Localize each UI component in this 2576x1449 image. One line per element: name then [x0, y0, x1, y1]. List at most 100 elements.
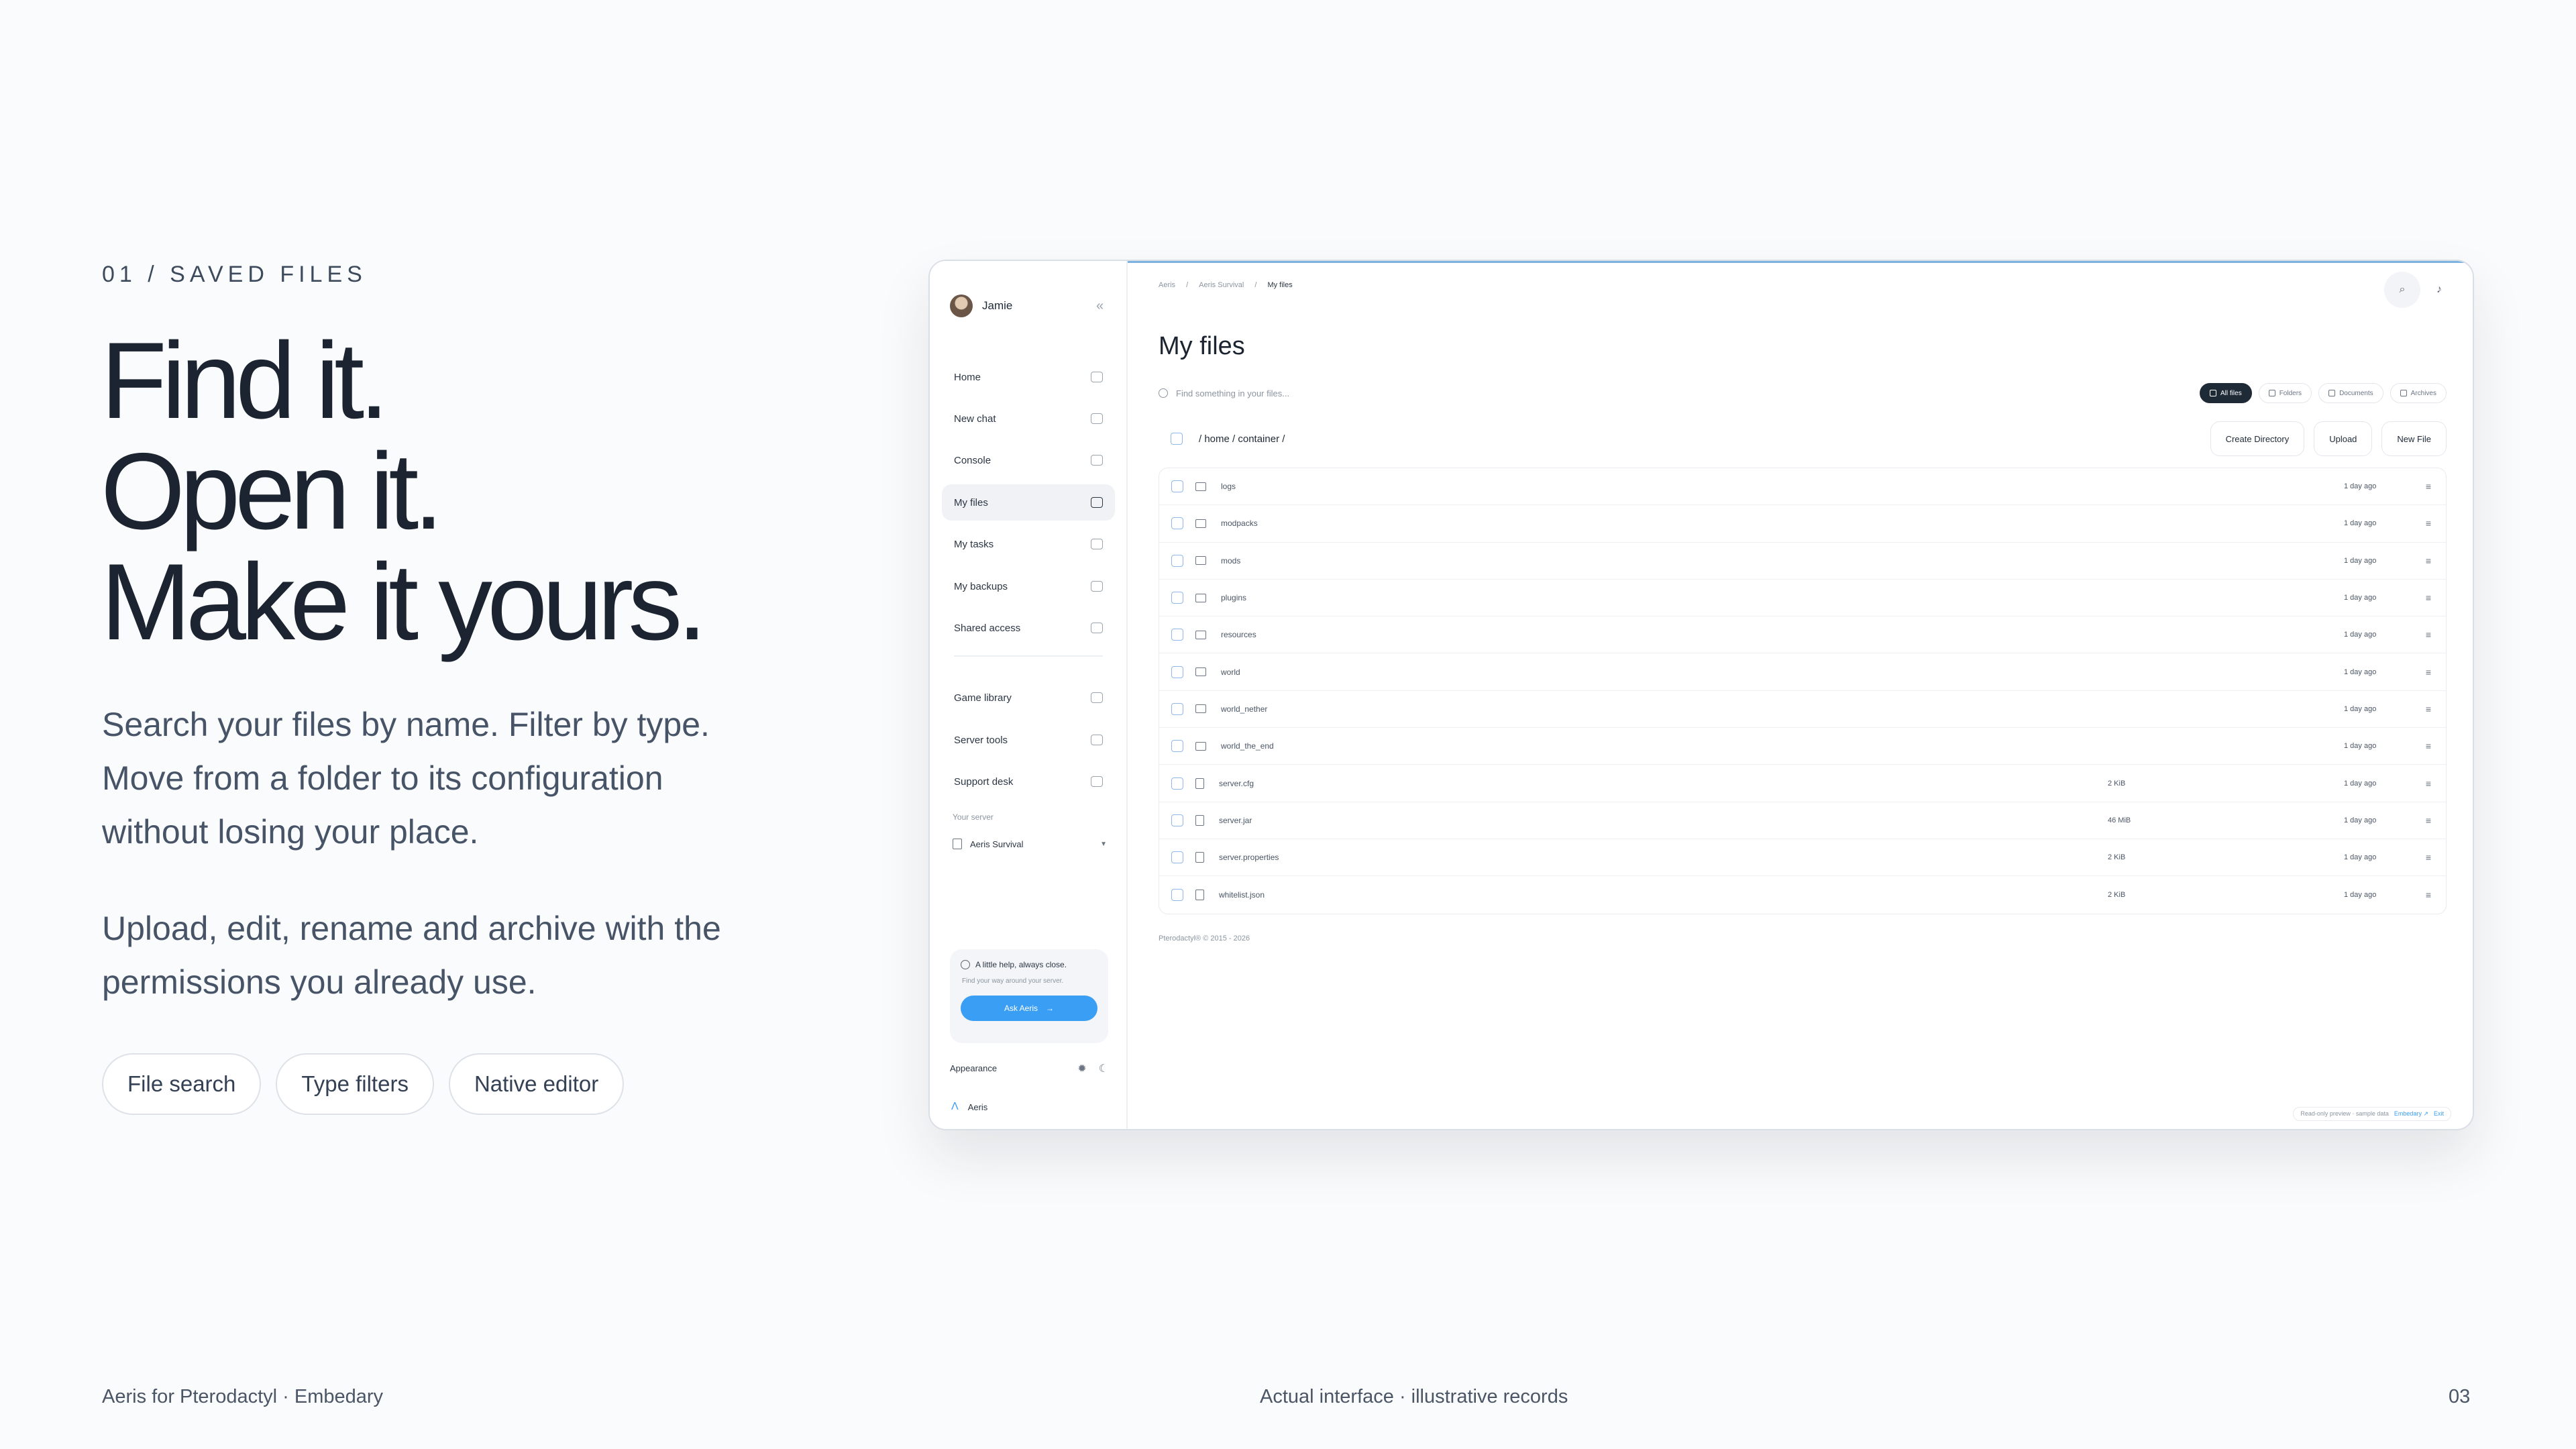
moon-icon[interactable]: ☾	[1099, 1062, 1108, 1075]
document-icon	[2328, 390, 2336, 396]
bell-icon[interactable]: ♪	[2436, 284, 2442, 296]
sidebar-item-server-tools[interactable]: Server tools	[942, 722, 1115, 758]
user-name: Jamie	[982, 299, 1013, 312]
headline-line-3: Make it yours.	[101, 541, 707, 663]
file-name[interactable]: world	[1221, 667, 1240, 677]
file-row[interactable]: world_the_end 1 day ago ≡	[1159, 728, 2446, 765]
row-checkbox[interactable]	[1171, 592, 1183, 604]
row-menu-icon[interactable]: ≡	[2426, 778, 2431, 789]
file-icon	[1195, 852, 1204, 863]
folder-icon	[1195, 741, 1206, 751]
folder-icon	[1195, 556, 1206, 566]
file-name[interactable]: world_the_end	[1221, 741, 1274, 751]
row-checkbox[interactable]	[1171, 702, 1183, 715]
row-checkbox[interactable]	[1171, 665, 1183, 678]
breadcrumb-separator: /	[1254, 281, 1257, 289]
file-name[interactable]: whitelist.json	[1219, 890, 1265, 900]
file-name[interactable]: server.jar	[1219, 816, 1252, 825]
sidebar-item-label: Support desk	[954, 775, 1014, 788]
sidebar-item-game-library[interactable]: Game library	[942, 680, 1115, 716]
file-row[interactable]: server.properties 2 KiB 1 day ago ≡	[1159, 839, 2446, 877]
file-modified: 1 day ago	[2344, 631, 2377, 639]
row-checkbox[interactable]	[1171, 517, 1183, 530]
server-icon	[953, 839, 962, 849]
server-name: Aeris Survival	[970, 839, 1024, 849]
file-row[interactable]: server.jar 46 MiB 1 day ago ≡	[1159, 802, 2446, 839]
row-menu-icon[interactable]: ≡	[2426, 852, 2431, 863]
filter-all-files[interactable]: All files	[2200, 383, 2252, 403]
file-row[interactable]: server.cfg 2 KiB 1 day ago ≡	[1159, 765, 2446, 802]
breadcrumb-item[interactable]: Aeris Survival	[1199, 281, 1244, 289]
file-name[interactable]: resources	[1221, 630, 1256, 639]
server-selector[interactable]: Aeris Survival ▼	[953, 834, 1107, 854]
search-input[interactable]	[1176, 388, 1578, 398]
file-row[interactable]: plugins 1 day ago ≡	[1159, 580, 2446, 617]
user-profile[interactable]: Jamie	[950, 294, 1012, 317]
file-name[interactable]: plugins	[1221, 593, 1246, 602]
filter-archives[interactable]: Archives	[2390, 383, 2447, 403]
create-directory-button[interactable]: Create Directory	[2210, 421, 2305, 456]
file-name[interactable]: modpacks	[1221, 519, 1258, 528]
embedary-link[interactable]: Embedary ↗	[2394, 1110, 2428, 1118]
filter-label: Archives	[2410, 389, 2436, 397]
chat-icon	[1091, 413, 1103, 424]
row-menu-icon[interactable]: ≡	[2426, 592, 2431, 603]
row-menu-icon[interactable]: ≡	[2426, 741, 2431, 751]
exit-link[interactable]: Exit	[2434, 1110, 2444, 1118]
sidebar-item-shared-access[interactable]: Shared access	[942, 610, 1115, 646]
row-menu-icon[interactable]: ≡	[2426, 629, 2431, 640]
home-icon	[1091, 372, 1103, 382]
file-name[interactable]: mods	[1221, 556, 1240, 566]
sun-icon[interactable]: ✹	[1077, 1062, 1086, 1075]
search-icon[interactable]: ⌕	[2384, 272, 2420, 308]
footer-caption: Actual interface · illustrative records	[1260, 1386, 1568, 1407]
new-file-button[interactable]: New File	[2381, 421, 2447, 456]
filter-documents[interactable]: Documents	[2318, 383, 2383, 403]
sidebar-item-my-tasks[interactable]: My tasks	[942, 526, 1115, 562]
folder-icon	[1195, 482, 1206, 491]
appearance-label: Appearance	[950, 1063, 998, 1073]
breadcrumb-item[interactable]: Aeris	[1159, 281, 1175, 289]
help-title: A little help, always close.	[975, 960, 1067, 969]
eyebrow: 01 / SAVED FILES	[102, 262, 367, 287]
row-menu-icon[interactable]: ≡	[2426, 815, 2431, 826]
support-icon	[1091, 776, 1103, 787]
row-checkbox[interactable]	[1171, 851, 1183, 864]
file-row[interactable]: world 1 day ago ≡	[1159, 653, 2446, 691]
collapse-sidebar-icon[interactable]: «	[1096, 299, 1104, 314]
sidebar-item-home[interactable]: Home	[942, 359, 1115, 395]
select-all-checkbox[interactable]	[1171, 433, 1183, 445]
file-name[interactable]: server.cfg	[1219, 779, 1254, 788]
file-row[interactable]: world_nether 1 day ago ≡	[1159, 691, 2446, 729]
row-checkbox[interactable]	[1171, 888, 1183, 901]
filter-folders[interactable]: Folders	[2258, 383, 2312, 403]
row-menu-icon[interactable]: ≡	[2426, 667, 2431, 678]
upload-button[interactable]: Upload	[2314, 421, 2373, 456]
folder-icon	[1195, 630, 1206, 639]
sidebar-item-support-desk[interactable]: Support desk	[942, 763, 1115, 800]
row-menu-icon[interactable]: ≡	[2426, 890, 2431, 900]
file-row[interactable]: resources 1 day ago ≡	[1159, 616, 2446, 654]
sidebar-item-new-chat[interactable]: New chat	[942, 400, 1115, 437]
ask-aeris-button[interactable]: Ask Aeris →	[961, 996, 1097, 1021]
file-row[interactable]: modpacks 1 day ago ≡	[1159, 505, 2446, 543]
row-menu-icon[interactable]: ≡	[2426, 481, 2431, 492]
file-row[interactable]: mods 1 day ago ≡	[1159, 543, 2446, 580]
row-checkbox[interactable]	[1171, 777, 1183, 790]
row-checkbox[interactable]	[1171, 480, 1183, 493]
row-checkbox[interactable]	[1171, 740, 1183, 753]
row-checkbox[interactable]	[1171, 554, 1183, 567]
sidebar-item-my-files[interactable]: My files	[942, 484, 1115, 521]
file-name[interactable]: world_nether	[1221, 704, 1267, 714]
file-name[interactable]: logs	[1221, 482, 1236, 491]
row-menu-icon[interactable]: ≡	[2426, 704, 2431, 714]
file-row[interactable]: logs 1 day ago ≡	[1159, 468, 2446, 506]
row-menu-icon[interactable]: ≡	[2426, 555, 2431, 566]
file-name[interactable]: server.properties	[1219, 853, 1279, 862]
row-checkbox[interactable]	[1171, 629, 1183, 641]
sidebar-item-my-backups[interactable]: My backups	[942, 568, 1115, 604]
file-row[interactable]: whitelist.json 2 KiB 1 day ago ≡	[1159, 876, 2446, 913]
sidebar-item-console[interactable]: Console	[942, 442, 1115, 478]
row-checkbox[interactable]	[1171, 814, 1183, 826]
row-menu-icon[interactable]: ≡	[2426, 518, 2431, 529]
